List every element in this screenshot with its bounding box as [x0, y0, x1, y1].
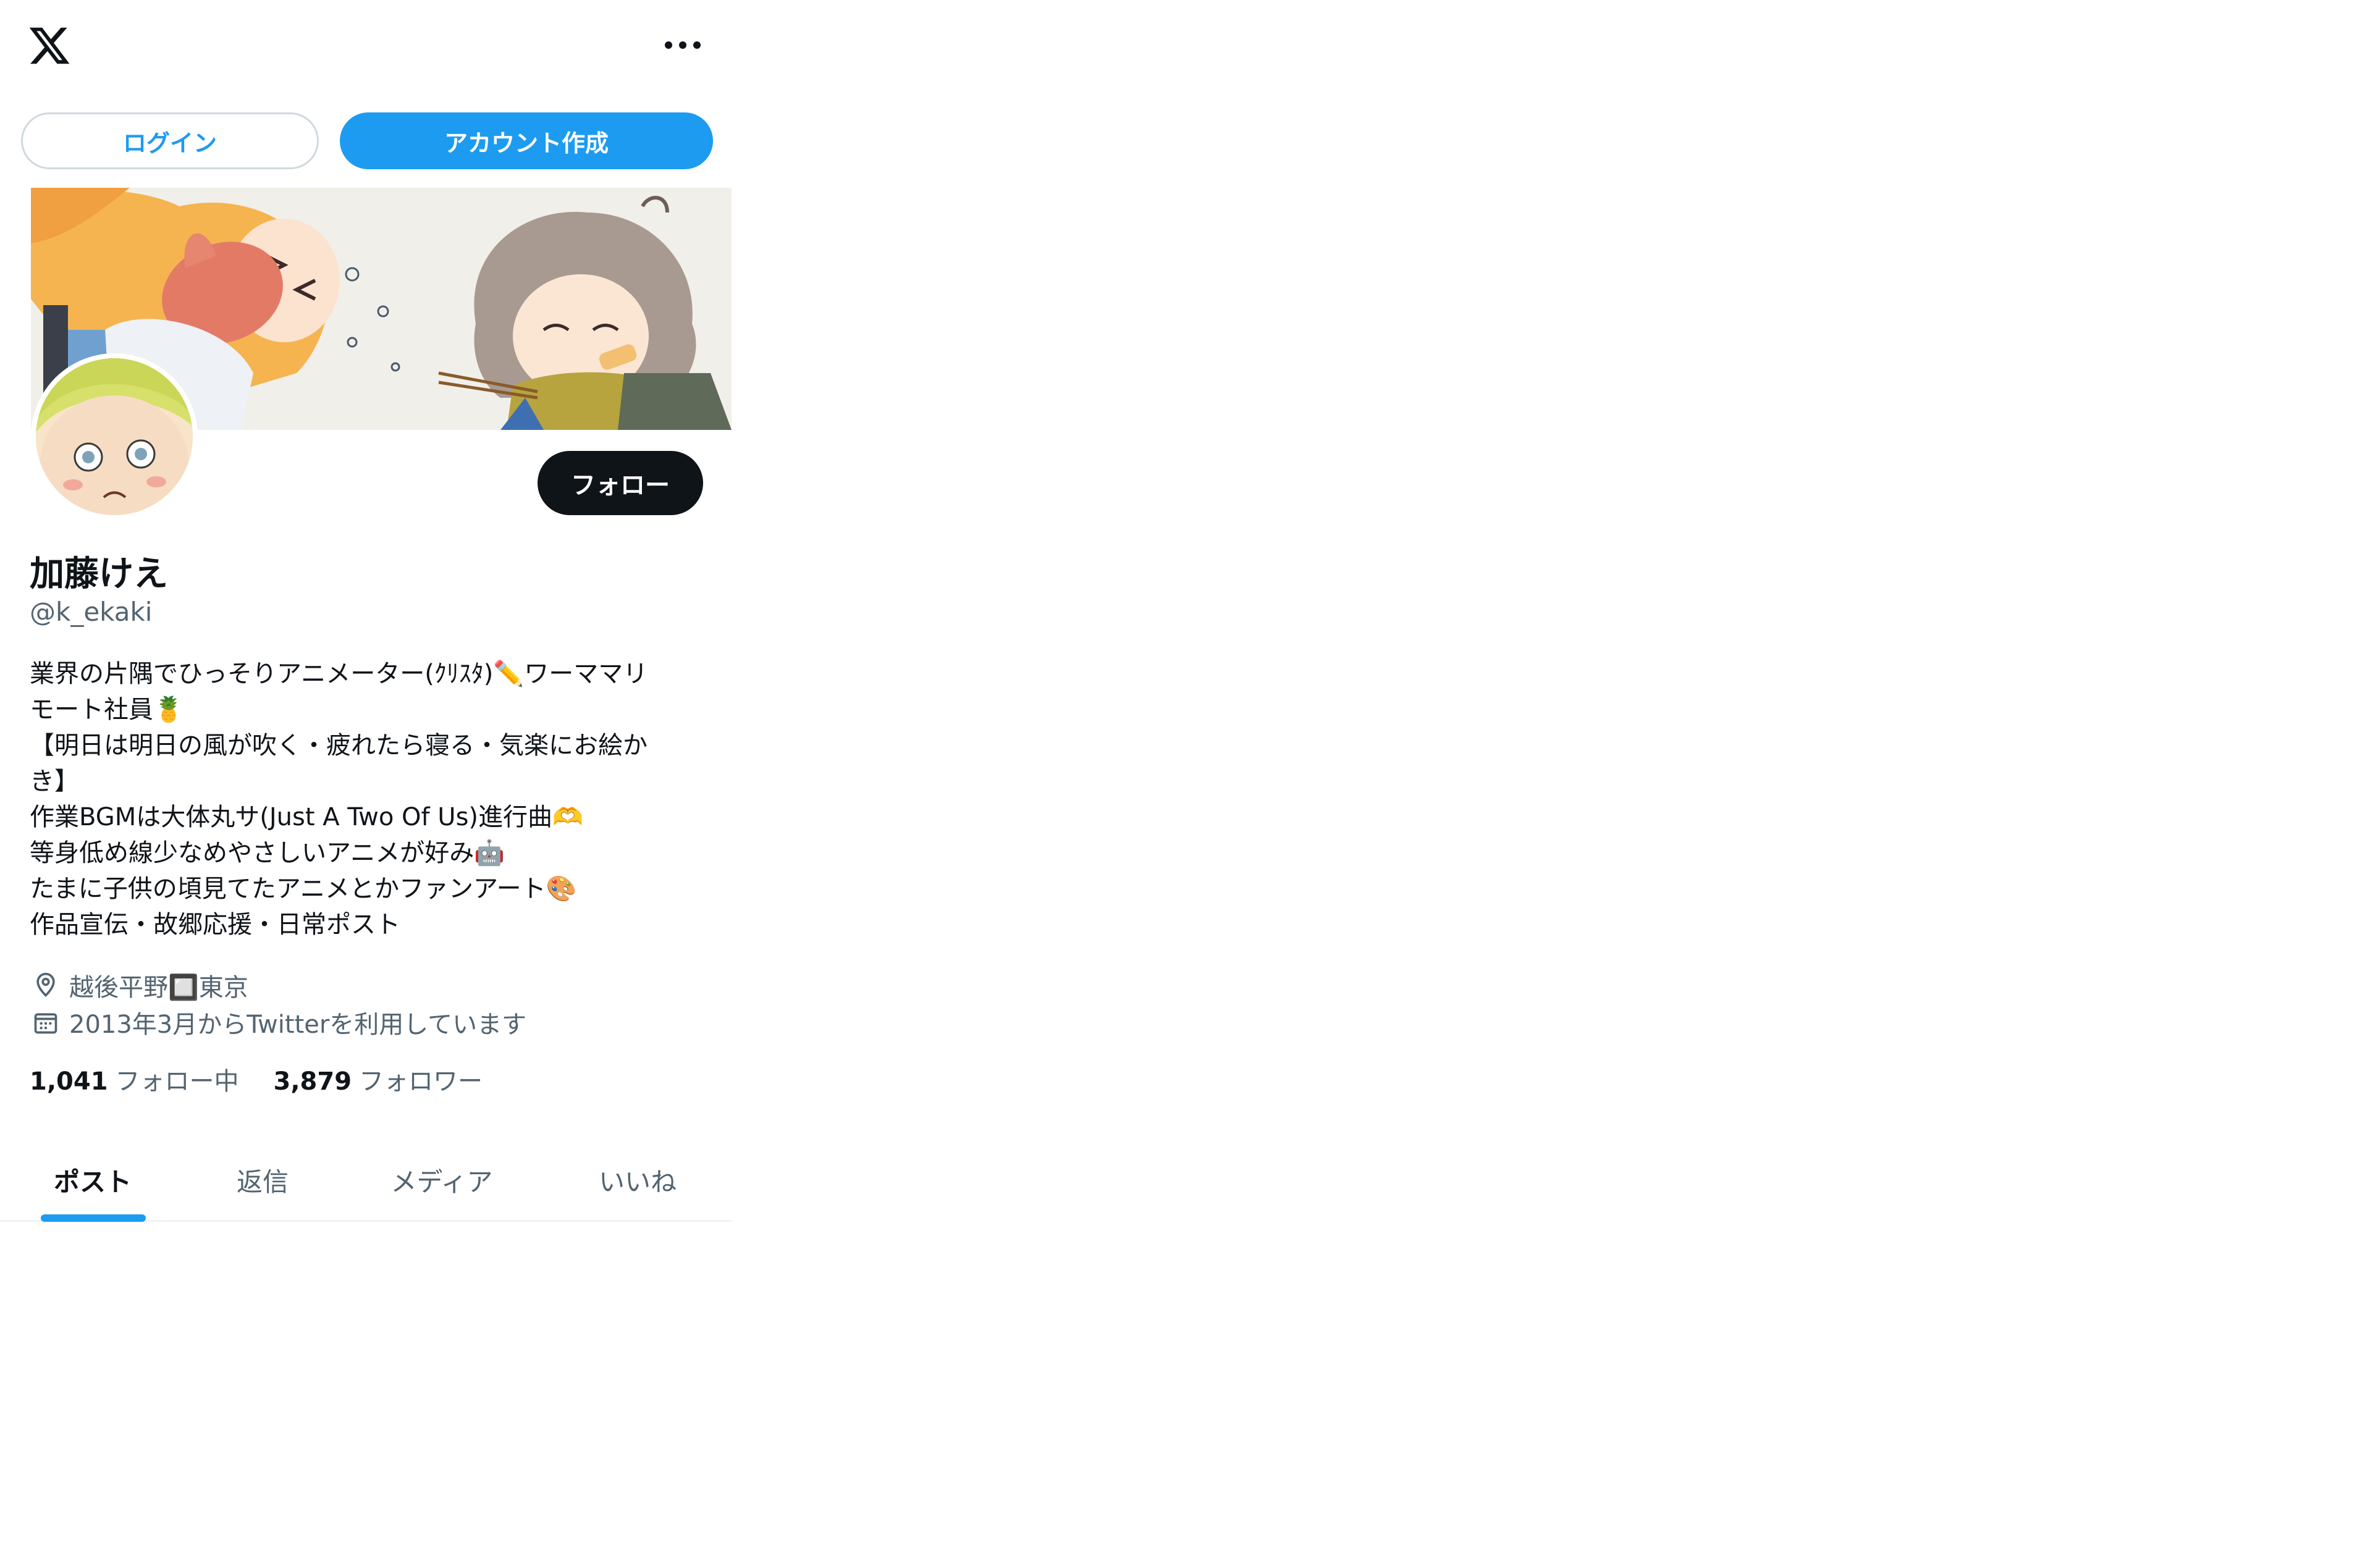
top-bar [0, 0, 732, 93]
avatar[interactable] [31, 353, 198, 520]
join-date: 2013年3月からTwitterを利用しています [32, 1004, 526, 1040]
bio-line: 【明日は明日の風が吹く・疲れたら寝る・気楽にお絵か [30, 731, 648, 760]
create-account-button[interactable]: アカウント作成 [340, 112, 713, 169]
bio-line: 等身低め線少なめやさしいアニメが好み🤖 [30, 839, 505, 867]
tab-posts[interactable]: ポスト [0, 1138, 185, 1222]
active-tab-indicator [41, 1214, 146, 1222]
followers-count: 3,879 [273, 1067, 352, 1096]
following-link[interactable]: 1,041 フォロー中 [30, 1061, 239, 1097]
bio-line: 作業BGMは大体丸サ(Just A Two Of Us)進行曲🫶 [30, 803, 583, 831]
followers-label: フォロワー [359, 1067, 483, 1096]
follow-button[interactable]: フォロー [538, 451, 703, 515]
display-name: 加藤けえ [30, 554, 168, 594]
calendar-icon [34, 1013, 57, 1034]
avatar-image [36, 358, 193, 515]
profile-tabs: ポスト 返信 メディア いいね [0, 1138, 732, 1222]
more-icon[interactable] [661, 36, 704, 54]
tab-media[interactable]: メディア [340, 1138, 544, 1222]
bio-line: 作品宣伝・故郷応援・日常ポスト [30, 910, 400, 939]
followers-link[interactable]: 3,879 フォロワー [274, 1061, 483, 1097]
location-text: 越後平野🔲東京 [69, 973, 248, 1002]
x-logo-icon[interactable] [27, 23, 72, 68]
location: 越後平野🔲東京 [32, 967, 248, 1003]
tab-likes[interactable]: いいね [544, 1138, 732, 1222]
login-button[interactable]: ログイン [21, 112, 319, 169]
bio-line: たまに子供の頃見てたアニメとかファンアート🎨 [30, 875, 577, 903]
following-count: 1,041 [30, 1067, 108, 1096]
profile-bio: 業界の片隅でひっそりアニメーター(ｸﾘｽﾀ)✏️ワーママリ モート社員🍍 【明日… [30, 656, 709, 943]
bio-line: モート社員🍍 [30, 696, 184, 724]
bio-line: 業界の片隅でひっそりアニメーター(ｸﾘｽﾀ)✏️ワーママリ [30, 660, 648, 688]
following-label: フォロー中 [115, 1067, 239, 1096]
join-date-text: 2013年3月からTwitterを利用しています [69, 1011, 527, 1039]
follow-stats: 1,041 フォロー中 3,879 フォロワー [30, 1061, 517, 1097]
bio-line: き】 [30, 767, 79, 796]
user-handle: @k_ekaki [30, 597, 153, 627]
location-pin-icon [36, 972, 55, 998]
tab-replies[interactable]: 返信 [185, 1138, 340, 1222]
profile-column: ログイン アカウント作成 フォロー 加藤けえ @k_ekaki 業界の片隅でひっ… [0, 0, 732, 1223]
